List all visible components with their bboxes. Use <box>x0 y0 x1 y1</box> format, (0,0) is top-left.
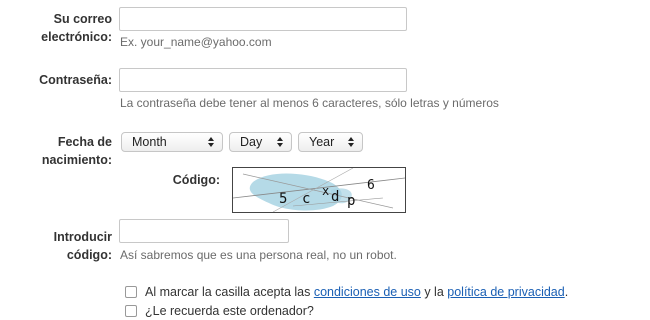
captcha-char: p <box>347 193 355 209</box>
terms-text-before: Al marcar la casilla acepta las <box>145 285 314 299</box>
terms-text: Al marcar la casilla acepta las condicio… <box>145 284 568 300</box>
captcha-graphic: 5 c x d p 6 <box>233 168 405 212</box>
captcha-char: 6 <box>367 178 375 193</box>
captcha-label: Código: <box>172 173 220 187</box>
code-label: Introducir código: <box>20 228 112 264</box>
month-select-value: Month <box>132 135 167 149</box>
captcha-char: d <box>331 189 339 205</box>
email-label-line1: Su correo <box>53 12 112 26</box>
updown-arrows-icon <box>277 137 283 147</box>
remember-text: ¿Le recuerda este ordenador? <box>145 304 314 318</box>
email-field[interactable] <box>119 7 407 31</box>
terms-checkbox[interactable] <box>125 286 137 298</box>
captcha-code-field[interactable] <box>119 219 289 243</box>
code-label-line1: Introducir <box>53 230 112 244</box>
captcha-image: 5 c x d p 6 <box>232 167 406 213</box>
terms-of-use-link[interactable]: condiciones de uso <box>314 285 421 299</box>
email-hint: Ex. your_name@yahoo.com <box>120 35 272 49</box>
updown-arrows-icon <box>208 137 214 147</box>
password-field[interactable] <box>119 68 407 92</box>
captcha-char: 5 <box>279 191 287 207</box>
day-select-value: Day <box>240 135 263 149</box>
privacy-policy-link[interactable]: política de privacidad <box>447 285 564 299</box>
birthdate-label-line2: nacimiento: <box>41 153 112 167</box>
month-select[interactable]: Month <box>121 132 223 152</box>
year-select-value: Year <box>309 135 335 149</box>
birthdate-label: Fecha de nacimiento: <box>20 133 112 169</box>
password-label: Contraseña: <box>39 73 112 87</box>
email-label-line2: electrónico: <box>41 30 112 44</box>
captcha-char: c <box>302 191 310 207</box>
terms-text-after: . <box>564 285 569 299</box>
email-label: Su correo electrónico: <box>20 10 112 46</box>
code-hint: Así sabremos que es una persona real, no… <box>120 248 397 262</box>
birthdate-label-line1: Fecha de <box>57 135 112 149</box>
code-label-line2: código: <box>66 248 112 262</box>
updown-arrows-icon <box>348 137 354 147</box>
captcha-char: x <box>322 184 329 198</box>
terms-text-middle: y la <box>420 285 448 299</box>
year-select[interactable]: Year <box>298 132 363 152</box>
day-select[interactable]: Day <box>229 132 292 152</box>
remember-checkbox[interactable] <box>125 305 137 317</box>
password-hint: La contraseña debe tener al menos 6 cara… <box>120 96 499 110</box>
